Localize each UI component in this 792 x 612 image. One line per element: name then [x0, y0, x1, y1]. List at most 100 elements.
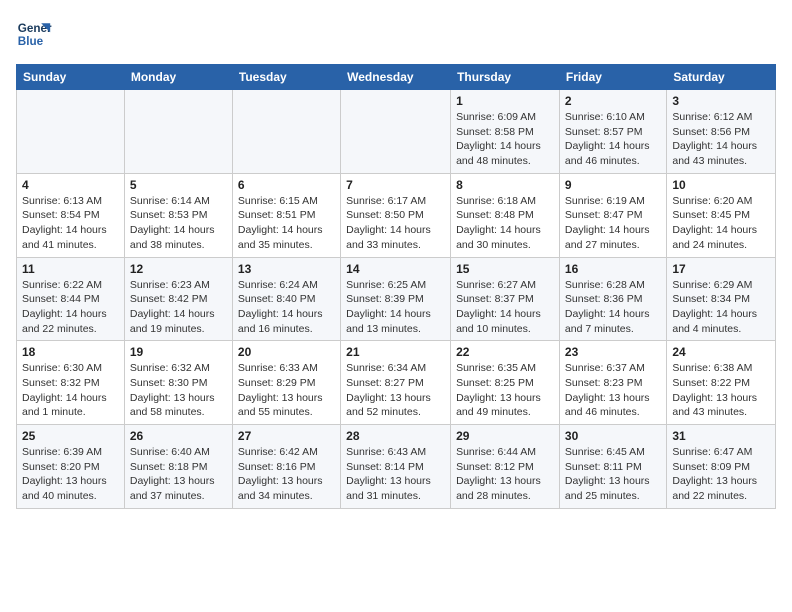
day-number: 23: [565, 345, 661, 359]
day-number: 25: [22, 429, 119, 443]
calendar-header-row: SundayMondayTuesdayWednesdayThursdayFrid…: [17, 65, 776, 90]
day-number: 14: [346, 262, 445, 276]
day-info: Sunrise: 6:15 AM Sunset: 8:51 PM Dayligh…: [238, 194, 335, 253]
day-number: 12: [130, 262, 227, 276]
column-header-tuesday: Tuesday: [232, 65, 340, 90]
day-info: Sunrise: 6:35 AM Sunset: 8:25 PM Dayligh…: [456, 361, 554, 420]
day-info: Sunrise: 6:37 AM Sunset: 8:23 PM Dayligh…: [565, 361, 661, 420]
day-info: Sunrise: 6:32 AM Sunset: 8:30 PM Dayligh…: [130, 361, 227, 420]
column-header-wednesday: Wednesday: [341, 65, 451, 90]
calendar-day-cell: 15 Sunrise: 6:27 AM Sunset: 8:37 PM Dayli…: [451, 257, 560, 341]
day-info: Sunrise: 6:25 AM Sunset: 8:39 PM Dayligh…: [346, 278, 445, 337]
calendar-day-cell: 20 Sunrise: 6:33 AM Sunset: 8:29 PM Dayli…: [232, 341, 340, 425]
calendar-day-cell: 14 Sunrise: 6:25 AM Sunset: 8:39 PM Dayli…: [341, 257, 451, 341]
calendar-day-cell: 4 Sunrise: 6:13 AM Sunset: 8:54 PM Daylig…: [17, 173, 125, 257]
day-number: 7: [346, 178, 445, 192]
calendar-week-row: 25 Sunrise: 6:39 AM Sunset: 8:20 PM Dayli…: [17, 425, 776, 509]
day-info: Sunrise: 6:44 AM Sunset: 8:12 PM Dayligh…: [456, 445, 554, 504]
day-number: 31: [672, 429, 770, 443]
empty-cell: [232, 90, 340, 174]
calendar-day-cell: 25 Sunrise: 6:39 AM Sunset: 8:20 PM Dayli…: [17, 425, 125, 509]
day-number: 20: [238, 345, 335, 359]
logo-icon: General Blue: [16, 16, 52, 52]
day-number: 11: [22, 262, 119, 276]
day-info: Sunrise: 6:29 AM Sunset: 8:34 PM Dayligh…: [672, 278, 770, 337]
day-number: 9: [565, 178, 661, 192]
calendar-week-row: 18 Sunrise: 6:30 AM Sunset: 8:32 PM Dayli…: [17, 341, 776, 425]
calendar-day-cell: 10Sunrise: 6:20 AM Sunset: 8:45 PM Dayli…: [667, 173, 776, 257]
calendar-day-cell: 11 Sunrise: 6:22 AM Sunset: 8:44 PM Dayli…: [17, 257, 125, 341]
calendar-week-row: 1Sunrise: 6:09 AM Sunset: 8:58 PM Daylig…: [17, 90, 776, 174]
calendar-day-cell: 7 Sunrise: 6:17 AM Sunset: 8:50 PM Daylig…: [341, 173, 451, 257]
day-number: 1: [456, 94, 554, 108]
calendar-day-cell: 2Sunrise: 6:10 AM Sunset: 8:57 PM Daylig…: [559, 90, 666, 174]
day-number: 29: [456, 429, 554, 443]
day-number: 6: [238, 178, 335, 192]
day-number: 18: [22, 345, 119, 359]
calendar-day-cell: 19 Sunrise: 6:32 AM Sunset: 8:30 PM Dayli…: [124, 341, 232, 425]
day-info: Sunrise: 6:14 AM Sunset: 8:53 PM Dayligh…: [130, 194, 227, 253]
day-info: Sunrise: 6:45 AM Sunset: 8:11 PM Dayligh…: [565, 445, 661, 504]
column-header-friday: Friday: [559, 65, 666, 90]
calendar-day-cell: 16 Sunrise: 6:28 AM Sunset: 8:36 PM Dayli…: [559, 257, 666, 341]
day-info: Sunrise: 6:22 AM Sunset: 8:44 PM Dayligh…: [22, 278, 119, 337]
day-info: Sunrise: 6:39 AM Sunset: 8:20 PM Dayligh…: [22, 445, 119, 504]
calendar-day-cell: 28 Sunrise: 6:43 AM Sunset: 8:14 PM Dayli…: [341, 425, 451, 509]
day-number: 28: [346, 429, 445, 443]
calendar-day-cell: 24 Sunrise: 6:38 AM Sunset: 8:22 PM Dayli…: [667, 341, 776, 425]
calendar-day-cell: 1Sunrise: 6:09 AM Sunset: 8:58 PM Daylig…: [451, 90, 560, 174]
column-header-monday: Monday: [124, 65, 232, 90]
day-number: 3: [672, 94, 770, 108]
svg-text:Blue: Blue: [18, 35, 44, 48]
calendar-day-cell: 22 Sunrise: 6:35 AM Sunset: 8:25 PM Dayli…: [451, 341, 560, 425]
column-header-saturday: Saturday: [667, 65, 776, 90]
calendar-day-cell: 18 Sunrise: 6:30 AM Sunset: 8:32 PM Dayli…: [17, 341, 125, 425]
column-header-thursday: Thursday: [451, 65, 560, 90]
logo: General Blue: [16, 16, 52, 52]
day-info: Sunrise: 6:42 AM Sunset: 8:16 PM Dayligh…: [238, 445, 335, 504]
empty-cell: [124, 90, 232, 174]
page-header: General Blue: [16, 16, 776, 52]
day-number: 24: [672, 345, 770, 359]
day-info: Sunrise: 6:43 AM Sunset: 8:14 PM Dayligh…: [346, 445, 445, 504]
day-number: 10: [672, 178, 770, 192]
calendar-day-cell: 31 Sunrise: 6:47 AM Sunset: 8:09 PM Dayli…: [667, 425, 776, 509]
day-info: Sunrise: 6:23 AM Sunset: 8:42 PM Dayligh…: [130, 278, 227, 337]
calendar-day-cell: 23 Sunrise: 6:37 AM Sunset: 8:23 PM Dayli…: [559, 341, 666, 425]
empty-cell: [341, 90, 451, 174]
day-number: 26: [130, 429, 227, 443]
day-info: Sunrise: 6:13 AM Sunset: 8:54 PM Dayligh…: [22, 194, 119, 253]
day-info: Sunrise: 6:34 AM Sunset: 8:27 PM Dayligh…: [346, 361, 445, 420]
day-info: Sunrise: 6:33 AM Sunset: 8:29 PM Dayligh…: [238, 361, 335, 420]
day-info: Sunrise: 6:40 AM Sunset: 8:18 PM Dayligh…: [130, 445, 227, 504]
calendar-day-cell: 8Sunrise: 6:18 AM Sunset: 8:48 PM Daylig…: [451, 173, 560, 257]
day-info: Sunrise: 6:47 AM Sunset: 8:09 PM Dayligh…: [672, 445, 770, 504]
calendar-day-cell: 30Sunrise: 6:45 AM Sunset: 8:11 PM Dayli…: [559, 425, 666, 509]
calendar-day-cell: 26 Sunrise: 6:40 AM Sunset: 8:18 PM Dayli…: [124, 425, 232, 509]
day-info: Sunrise: 6:38 AM Sunset: 8:22 PM Dayligh…: [672, 361, 770, 420]
day-number: 15: [456, 262, 554, 276]
calendar-day-cell: 12 Sunrise: 6:23 AM Sunset: 8:42 PM Dayli…: [124, 257, 232, 341]
calendar-day-cell: 17 Sunrise: 6:29 AM Sunset: 8:34 PM Dayli…: [667, 257, 776, 341]
day-info: Sunrise: 6:24 AM Sunset: 8:40 PM Dayligh…: [238, 278, 335, 337]
calendar-day-cell: 27 Sunrise: 6:42 AM Sunset: 8:16 PM Dayli…: [232, 425, 340, 509]
calendar-table: SundayMondayTuesdayWednesdayThursdayFrid…: [16, 64, 776, 509]
calendar-day-cell: 29 Sunrise: 6:44 AM Sunset: 8:12 PM Dayli…: [451, 425, 560, 509]
calendar-day-cell: 21Sunrise: 6:34 AM Sunset: 8:27 PM Dayli…: [341, 341, 451, 425]
day-info: Sunrise: 6:12 AM Sunset: 8:56 PM Dayligh…: [672, 110, 770, 169]
day-number: 16: [565, 262, 661, 276]
day-number: 13: [238, 262, 335, 276]
empty-cell: [17, 90, 125, 174]
day-number: 27: [238, 429, 335, 443]
day-info: Sunrise: 6:28 AM Sunset: 8:36 PM Dayligh…: [565, 278, 661, 337]
day-number: 2: [565, 94, 661, 108]
day-info: Sunrise: 6:27 AM Sunset: 8:37 PM Dayligh…: [456, 278, 554, 337]
day-info: Sunrise: 6:18 AM Sunset: 8:48 PM Dayligh…: [456, 194, 554, 253]
day-number: 4: [22, 178, 119, 192]
calendar-day-cell: 13 Sunrise: 6:24 AM Sunset: 8:40 PM Dayli…: [232, 257, 340, 341]
day-number: 17: [672, 262, 770, 276]
day-number: 22: [456, 345, 554, 359]
day-info: Sunrise: 6:17 AM Sunset: 8:50 PM Dayligh…: [346, 194, 445, 253]
day-number: 19: [130, 345, 227, 359]
day-info: Sunrise: 6:30 AM Sunset: 8:32 PM Dayligh…: [22, 361, 119, 420]
